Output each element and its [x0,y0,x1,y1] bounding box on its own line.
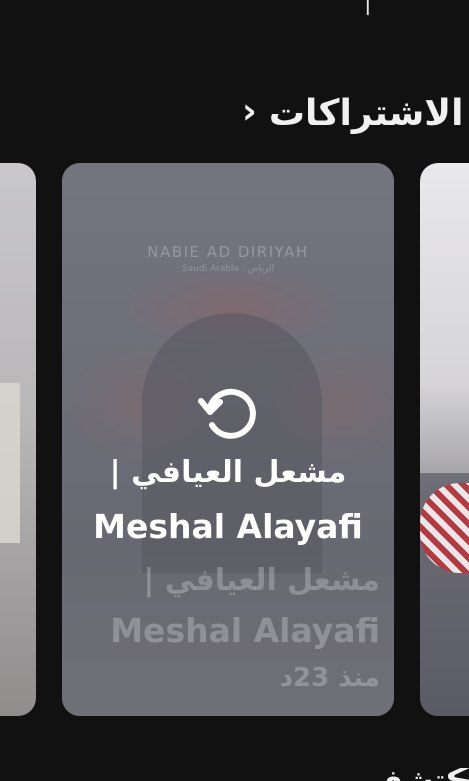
section-title: الاشتراكات [268,93,464,134]
ghost-name-ar: مشعل العيافي | [143,563,380,598]
story-card-left[interactable]: خ مـ [0,163,36,716]
story-card-right[interactable] [420,163,469,716]
creator-name-en: Meshal Alayafi [93,507,363,546]
ghost-timestamp: منذ 23د [279,663,380,693]
creator-name-ar: مشعل العيافي | [109,455,347,490]
refresh-icon[interactable] [193,377,265,449]
app-screen: ا › الاشتراكات خ مـ NABIE AD DIRIYAH Sau… [0,0,469,781]
chevron-right-icon: › [242,91,257,132]
next-section-title: ڪتشف [368,764,469,781]
ghost-name-en: Meshal Alayafi [110,611,380,650]
top-partial-text: ا [365,0,371,20]
subscriptions-section-header[interactable]: › الاشتراكات [242,86,469,142]
story-card-main[interactable]: NABIE AD DIRIYAH Saudi Arabia · الرياض م… [62,163,394,716]
card-thumbnail [0,383,20,543]
